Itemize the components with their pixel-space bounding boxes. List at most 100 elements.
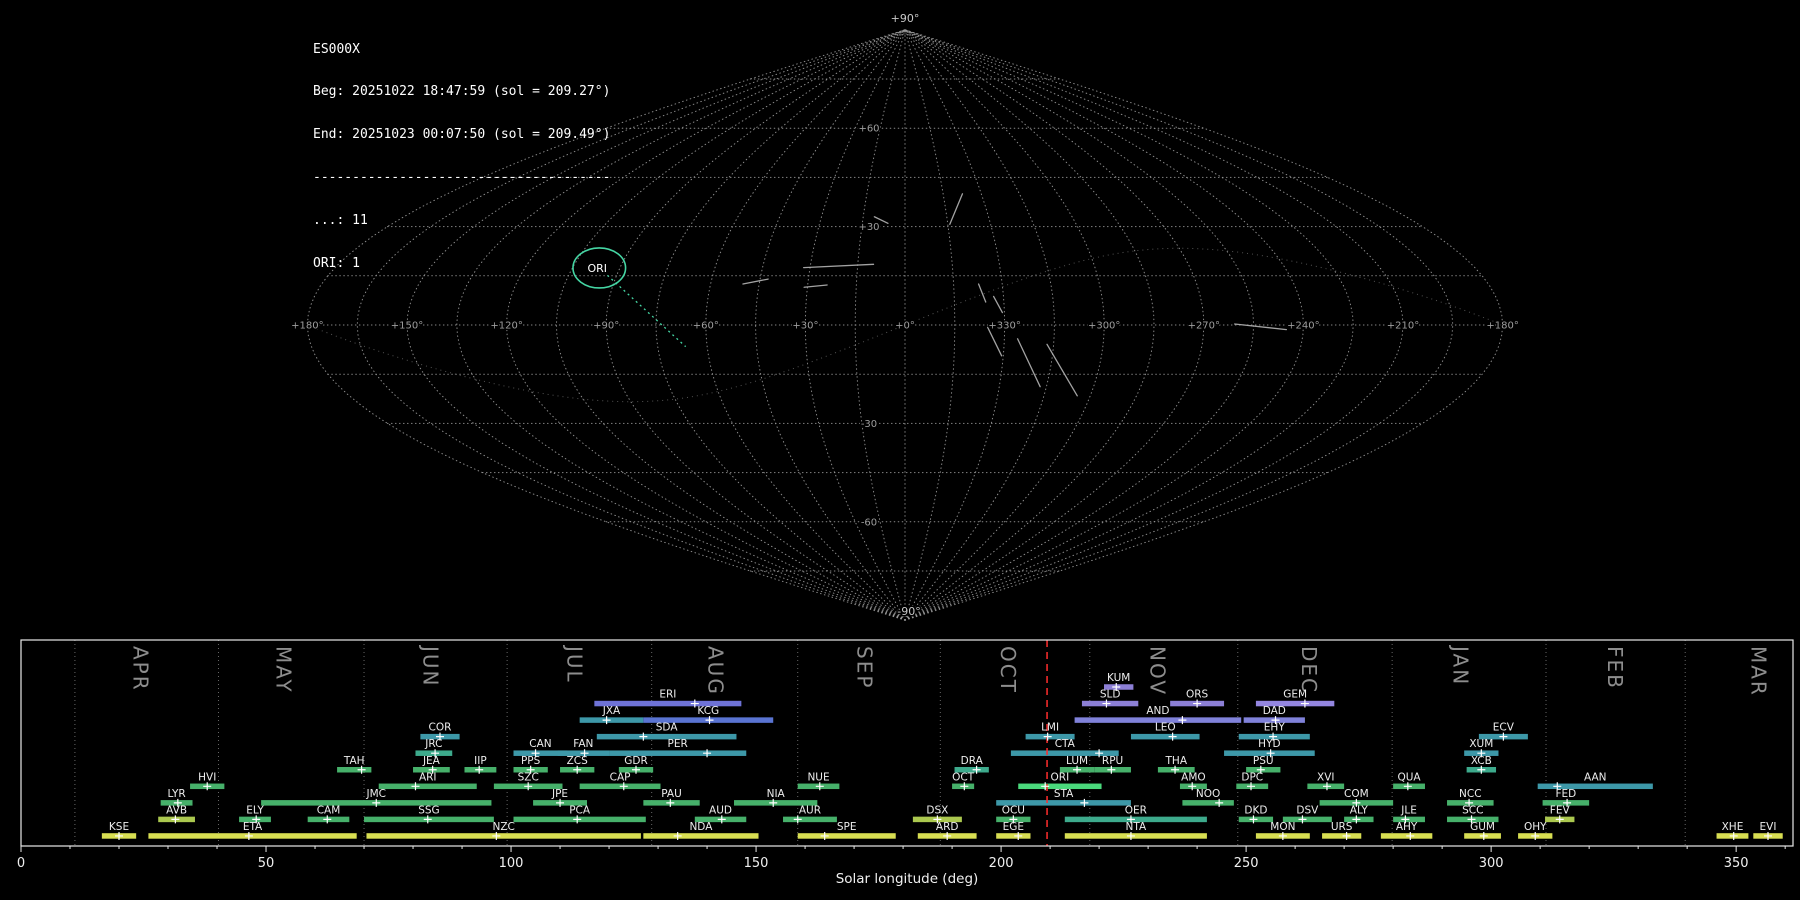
shower-label-cam: CAM <box>317 804 341 816</box>
peak-marker-ori <box>1041 782 1049 790</box>
month-label-may: MAY <box>272 646 296 694</box>
shower-label-xvi: XVI <box>1317 771 1334 783</box>
peak-marker-mon <box>1279 832 1287 840</box>
ecliptic-longitude-label: +150° <box>391 321 423 332</box>
ecliptic-longitude-label: +0° <box>895 321 915 332</box>
ecliptic-latitude-label: -60 <box>861 517 877 528</box>
shower-label-hvi: HVI <box>198 771 216 783</box>
shower-label-ors: ORS <box>1186 689 1209 701</box>
plot-canvas: ORI+180°+150°+120°+90°+60°+30°+0°+330°+3… <box>0 0 1800 900</box>
shower-label-xcb: XCB <box>1471 755 1492 767</box>
peak-marker-kcg <box>706 716 714 724</box>
month-label-apr: APR <box>129 646 153 692</box>
ecliptic-longitude-label: +90° <box>593 321 619 332</box>
peak-marker-eta <box>245 832 253 840</box>
shower-label-ard: ARD <box>936 821 959 833</box>
shower-label-cap: CAP <box>610 771 631 783</box>
shower-label-ege: EGE <box>1003 821 1024 833</box>
ecliptic-longitude-label: +180° <box>291 321 323 332</box>
peak-marker-ard <box>943 832 951 840</box>
shower-label-iip: IIP <box>474 755 487 767</box>
shower-label-xum: XUM <box>1469 738 1493 750</box>
station-code: ES000X <box>313 43 610 57</box>
shower-label-mon: MON <box>1270 821 1295 833</box>
peak-marker-nia <box>769 799 777 807</box>
shower-label-aly: ALY <box>1350 804 1369 816</box>
peak-marker-and <box>1178 716 1186 724</box>
shower-label-spe: SPE <box>837 821 857 833</box>
shower-label-ari: ARI <box>419 771 437 783</box>
peak-marker-szc <box>524 782 532 790</box>
shower-label-sta: STA <box>1054 788 1074 800</box>
shower-label-and: AND <box>1146 705 1169 717</box>
peak-marker-xvi <box>1323 782 1331 790</box>
month-label-oct: OCT <box>996 646 1020 694</box>
shower-label-kum: KUM <box>1107 672 1130 684</box>
shower-label-cta: CTA <box>1055 738 1076 750</box>
shower-label-eta: ETA <box>243 821 263 833</box>
shower-label-jea: JEA <box>422 755 441 767</box>
shower-label-zcs: ZCS <box>567 755 589 767</box>
ori-count: ORI: 1 <box>313 257 610 271</box>
shower-label-hyd: HYD <box>1258 738 1280 750</box>
peak-marker-kse <box>115 832 123 840</box>
shower-label-leo: LEO <box>1155 722 1176 734</box>
shower-bar-leo <box>1131 734 1200 740</box>
shower-label-com: COM <box>1344 788 1369 800</box>
meteor-trail <box>950 194 963 225</box>
shower-label-ohy: OHY <box>1524 821 1547 833</box>
peak-marker-iip <box>475 766 483 774</box>
peak-marker-pau <box>666 799 674 807</box>
ecliptic-longitude-label: +30° <box>792 321 818 332</box>
shower-label-fan: FAN <box>573 738 593 750</box>
peak-marker-sda <box>639 733 647 741</box>
peak-marker-aud <box>718 815 726 823</box>
shower-label-ncc: NCC <box>1459 788 1482 800</box>
x-tick-label: 100 <box>499 856 524 871</box>
x-axis-label: Solar longitude (deg) <box>836 871 979 887</box>
shower-label-sda: SDA <box>656 722 679 734</box>
month-label-dec: DEC <box>1297 646 1321 694</box>
ecliptic-longitude-label: +210° <box>1387 321 1419 332</box>
peak-marker-sld <box>1102 700 1110 708</box>
month-label-mar: MAR <box>1747 646 1771 697</box>
meteor-trail <box>804 285 827 287</box>
peak-marker-aur <box>794 815 802 823</box>
peak-marker-per <box>703 749 711 757</box>
shower-label-kse: KSE <box>109 821 129 833</box>
end-time: End: 20251023 00:07:50 (sol = 209.49°) <box>313 128 610 142</box>
shower-bar-aur <box>783 817 837 823</box>
shower-label-ely: ELY <box>246 804 264 816</box>
shower-label-avb: AVB <box>166 804 187 816</box>
activity-timeline: APRMAYJUNJULAUGSEPOCTNOVDECJANFEBMARKUMS… <box>17 640 1793 887</box>
shower-label-psu: PSU <box>1253 755 1274 767</box>
x-tick-label: 250 <box>1234 856 1259 871</box>
shower-label-aan: AAN <box>1584 771 1607 783</box>
shower-label-nzc: NZC <box>492 821 514 833</box>
shower-label-evi: EVI <box>1760 821 1777 833</box>
x-tick-label: 0 <box>17 856 25 871</box>
shower-label-cor: COR <box>429 722 452 734</box>
peak-marker-oct <box>960 782 968 790</box>
peak-marker-gem <box>1301 700 1309 708</box>
ecliptic-latitude-label: -30 <box>861 419 877 430</box>
peak-marker-jxa <box>603 716 611 724</box>
shower-label-dad: DAD <box>1263 705 1286 717</box>
shower-label-jxa: JXA <box>602 705 621 717</box>
peak-marker-ege <box>1014 832 1022 840</box>
shower-bar-ari <box>379 784 477 790</box>
peak-marker-lum <box>1073 766 1081 774</box>
shower-label-ahy: AHY <box>1396 821 1418 833</box>
peak-marker-ari <box>411 782 419 790</box>
shower-label-ssg: SSG <box>418 804 439 816</box>
shower-label-dsv: DSV <box>1296 804 1319 816</box>
peak-marker-evi <box>1764 832 1772 840</box>
shower-label-can: CAN <box>529 738 551 750</box>
shower-bar-nta <box>1065 833 1207 839</box>
shower-label-dra: DRA <box>961 755 984 767</box>
shower-label-tah: TAH <box>343 755 365 767</box>
shower-label-amo: AMO <box>1181 771 1206 783</box>
info-panel: ES000X Beg: 20251022 18:47:59 (sol = 209… <box>313 14 610 300</box>
month-label-sep: SEP <box>852 646 876 689</box>
peak-marker-noo <box>1215 799 1223 807</box>
